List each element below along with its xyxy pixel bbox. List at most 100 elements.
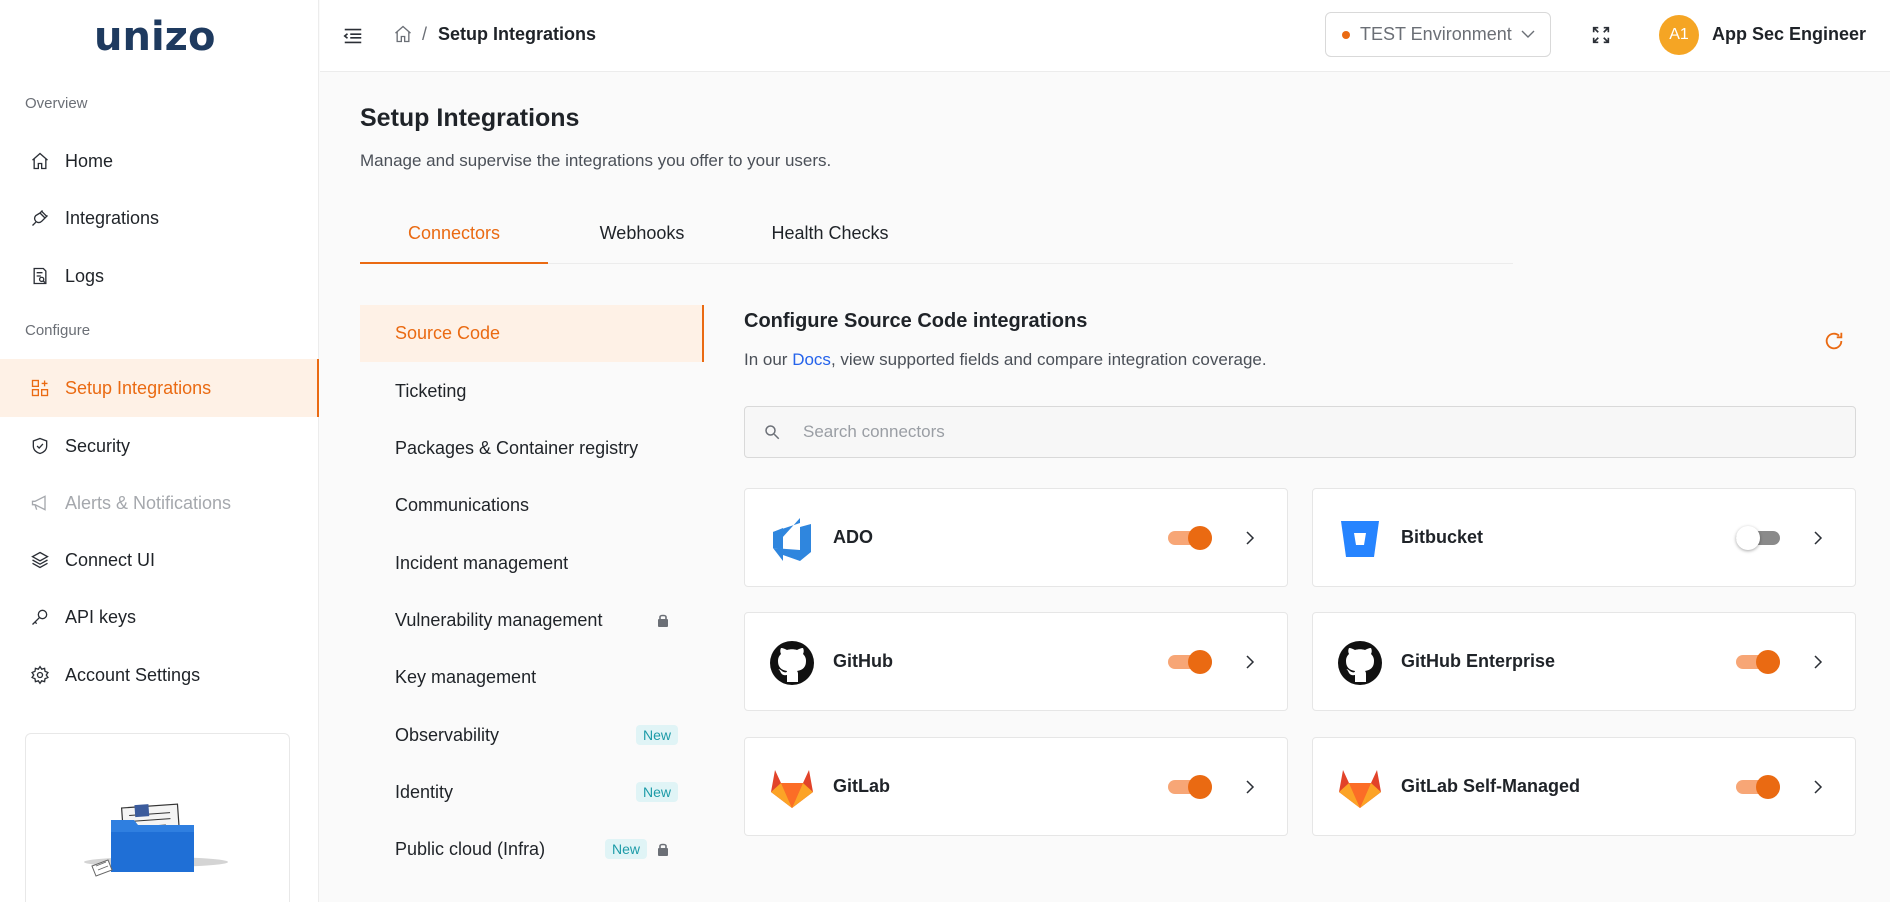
breadcrumb-current: Setup Integrations [438,24,597,44]
category-item-public-cloud[interactable]: Public cloud (Infra) New [360,821,704,878]
category-item-incident-management[interactable]: Incident management [360,535,704,592]
home-icon [30,151,50,171]
avatar[interactable]: A1 [1659,15,1699,55]
tab-health-checks[interactable]: Health Checks [736,212,924,264]
sidebar-item-logs[interactable]: Logs [0,247,319,305]
enable-toggle[interactable] [1168,775,1212,799]
sidebar: unizo Overview Home Integrations Logs Co… [0,0,319,902]
sidebar-item-label: Home [65,150,114,171]
search-icon [765,425,780,440]
sidebar-item-home[interactable]: Home [0,132,319,190]
gear-icon [30,665,50,685]
connector-card-bitbucket[interactable]: Bitbucket [1312,488,1856,587]
plug-icon [30,208,50,228]
category-item-ticketing[interactable]: Ticketing [360,363,704,420]
sidebar-item-label: Security [65,435,131,456]
key-icon [30,607,50,627]
category-label: Communications [395,495,530,515]
folder-illustration-icon [84,803,228,877]
connector-card-gitlab[interactable]: GitLab [744,737,1288,836]
collapse-menu-icon[interactable] [342,25,364,47]
top-header: / Setup Integrations TEST Environment A1… [320,0,1890,72]
enable-toggle[interactable] [1736,650,1780,674]
new-badge: New [604,839,647,859]
page-title: Setup Integrations [360,104,580,132]
sidebar-item-connect-ui[interactable]: Connect UI [0,531,319,589]
category-label: Identity [395,782,454,802]
category-label: Ticketing [395,381,467,401]
chevron-right-icon[interactable] [1241,529,1259,547]
layers-icon [30,550,50,570]
sidebar-item-integrations[interactable]: Integrations [0,189,319,247]
category-item-packages[interactable]: Packages & Container registry [360,420,704,477]
connector-card-gitlab-self-managed[interactable]: GitLab Self-Managed [1312,737,1856,836]
category-item-vulnerability-management[interactable]: Vulnerability management [360,592,704,649]
toggle-knob [1188,650,1212,674]
lock-icon [655,841,671,857]
category-item-communications[interactable]: Communications [360,477,704,534]
github-icon [769,640,815,686]
desc-prefix: In our [744,350,793,369]
sidebar-item-security[interactable]: Security [0,417,319,475]
environment-label: TEST Environment [1360,24,1512,44]
category-label: Incident management [395,553,569,573]
content-title: Configure Source Code integrations [744,310,1088,332]
sidebar-item-account-settings[interactable]: Account Settings [0,646,319,704]
connector-name: GitHub Enterprise [1401,651,1556,671]
new-badge: New [635,782,678,802]
chevron-right-icon[interactable] [1809,529,1827,547]
connector-card-github[interactable]: GitHub [744,612,1288,711]
connector-name: ADO [833,527,873,547]
docs-link[interactable]: Docs [792,350,831,369]
tab-webhooks[interactable]: Webhooks [548,212,736,264]
category-item-observability[interactable]: Observability New [360,707,704,764]
breadcrumb-home-icon[interactable] [393,24,413,44]
enable-toggle[interactable] [1168,526,1212,550]
apps-icon [30,378,50,398]
category-label: Vulnerability management [395,610,603,630]
sidebar-item-label: Integrations [65,207,160,228]
toggle-knob [1756,650,1780,674]
category-label: Key management [395,667,537,687]
category-label: Public cloud (Infra) [395,839,546,859]
search-input[interactable] [803,422,1803,442]
sidebar-item-label: Logs [65,265,105,286]
sidebar-item-setup-integrations[interactable]: Setup Integrations [0,359,319,417]
gitlab-icon [1337,765,1383,811]
chevron-right-icon[interactable] [1809,778,1827,796]
connector-card-github-enterprise[interactable]: GitHub Enterprise [1312,612,1856,711]
user-name[interactable]: App Sec Engineer [1712,24,1866,45]
category-label: Source Code [395,323,501,343]
environment-select[interactable]: TEST Environment [1325,12,1551,57]
toggle-knob [1188,775,1212,799]
environment-status-dot [1342,30,1350,39]
refresh-icon[interactable] [1823,330,1845,352]
enable-toggle[interactable] [1736,775,1780,799]
chevron-down-icon [1520,26,1536,42]
enable-toggle[interactable] [1168,650,1212,674]
sidebar-item-label: Account Settings [65,664,201,685]
sidebar-item-alerts[interactable]: Alerts & Notifications [0,474,319,532]
category-item-identity[interactable]: Identity New [360,764,704,821]
nav-section-configure: Configure [25,322,91,339]
fullscreen-icon[interactable] [1590,24,1612,46]
chevron-right-icon[interactable] [1241,778,1259,796]
nav-section-overview: Overview [25,95,88,112]
tab-bar: Connectors Webhooks Health Checks [360,212,1513,264]
enable-toggle[interactable] [1736,526,1780,550]
page-subtitle: Manage and supervise the integrations yo… [360,151,832,170]
shield-icon [30,436,50,456]
category-label: Observability [395,725,500,745]
chevron-right-icon[interactable] [1809,653,1827,671]
tab-connectors[interactable]: Connectors [360,212,548,264]
sidebar-item-api-keys[interactable]: API keys [0,588,319,646]
desc-suffix: , view supported fields and compare inte… [830,350,1267,369]
connector-name: GitHub [833,651,893,671]
category-item-key-management[interactable]: Key management [360,649,704,706]
connector-card-ado[interactable]: ADO [744,488,1288,587]
category-item-source-code[interactable]: Source Code [360,305,704,362]
chevron-right-icon[interactable] [1241,653,1259,671]
log-icon [30,266,50,286]
sidebar-item-label: Connect UI [65,549,156,570]
unizo-logo[interactable]: unizo [94,14,224,60]
